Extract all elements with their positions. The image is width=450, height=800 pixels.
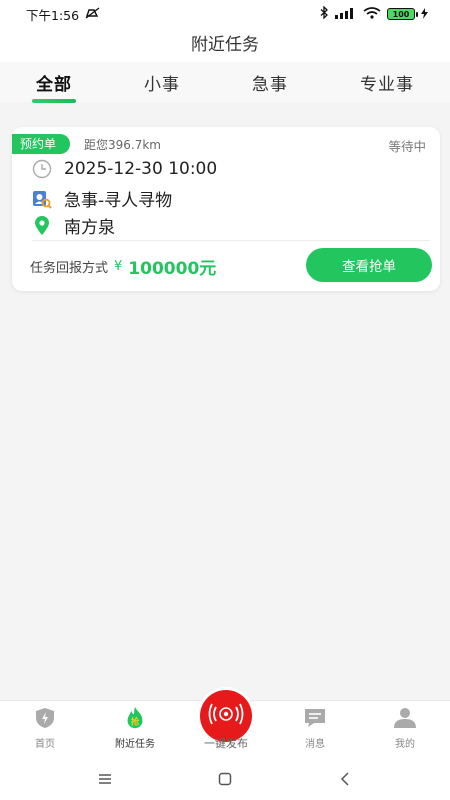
reward-label: 任务回报方式 bbox=[30, 261, 109, 276]
signal-icon bbox=[335, 7, 357, 22]
task-distance: 距您396.7km bbox=[84, 138, 161, 152]
view-grab-order-button[interactable]: 查看抢单 bbox=[306, 248, 432, 282]
page-title: 附近任务 bbox=[0, 28, 450, 62]
task-datetime: 2025-12-30 10:00 bbox=[64, 159, 218, 179]
tab-label: 专业事 bbox=[360, 74, 414, 95]
task-card[interactable]: 预约单 距您396.7km 等待中 2025-12-30 10:00 急事-寻人… bbox=[12, 127, 440, 291]
tab-professional-matters[interactable]: 专业事 bbox=[356, 70, 418, 95]
wifi-icon bbox=[363, 6, 381, 22]
task-category: 急事-寻人寻物 bbox=[64, 191, 173, 211]
charging-icon bbox=[421, 7, 428, 22]
task-category-row: 急事-寻人寻物 bbox=[32, 186, 172, 211]
task-status: 等待中 bbox=[388, 139, 426, 154]
reservation-badge: 预约单 bbox=[12, 134, 71, 154]
currency-symbol: ¥ bbox=[114, 259, 123, 274]
broadcast-icon bbox=[206, 699, 246, 733]
nav-label: 消息 bbox=[305, 739, 325, 750]
publish-label: 一键发布 bbox=[204, 737, 248, 750]
card-divider bbox=[32, 240, 430, 241]
nav-mine[interactable]: 我的 bbox=[369, 705, 441, 750]
nav-messages[interactable]: 消息 bbox=[279, 705, 351, 750]
search-person-icon bbox=[32, 189, 52, 209]
home-shield-icon bbox=[32, 705, 58, 731]
category-tabs: 全部 小事 急事 专业事 bbox=[0, 62, 450, 103]
svg-text:抢: 抢 bbox=[131, 717, 140, 727]
back-icon[interactable] bbox=[330, 764, 360, 794]
reward-amount: 100000元 bbox=[128, 259, 217, 279]
system-nav-bar bbox=[0, 758, 450, 800]
nav-label: 首页 bbox=[35, 739, 55, 750]
task-time-row: 2025-12-30 10:00 bbox=[32, 159, 217, 179]
tab-urgent-matters[interactable]: 急事 bbox=[248, 70, 292, 95]
tab-label: 急事 bbox=[252, 74, 288, 95]
tab-all[interactable]: 全部 bbox=[32, 70, 76, 103]
location-pin-icon bbox=[32, 215, 52, 236]
tab-active-indicator bbox=[32, 98, 76, 103]
battery-icon: 100 bbox=[387, 8, 418, 20]
mute-icon bbox=[85, 6, 101, 22]
task-location-row: 南方泉 bbox=[32, 213, 115, 238]
message-icon bbox=[302, 705, 328, 731]
status-bar: 下午1:56 100 bbox=[0, 0, 450, 28]
menu-icon[interactable] bbox=[90, 764, 120, 794]
nav-label: 我的 bbox=[395, 739, 415, 750]
tab-label: 全部 bbox=[36, 74, 72, 95]
grab-flame-icon: 抢 bbox=[122, 705, 148, 731]
status-time: 下午1:56 bbox=[26, 7, 80, 23]
nav-label: 附近任务 bbox=[115, 739, 155, 750]
tab-label: 小事 bbox=[144, 74, 180, 95]
home-square-icon[interactable] bbox=[210, 764, 240, 794]
task-reward: 任务回报方式 ¥ 100000元 bbox=[30, 254, 216, 279]
clock-icon bbox=[32, 159, 52, 179]
nav-home[interactable]: 首页 bbox=[9, 705, 81, 750]
tab-small-matters[interactable]: 小事 bbox=[140, 70, 184, 95]
bluetooth-icon bbox=[320, 5, 329, 22]
nav-nearby-tasks[interactable]: 抢 附近任务 bbox=[99, 705, 171, 750]
user-icon bbox=[392, 705, 418, 731]
task-location: 南方泉 bbox=[64, 218, 115, 238]
